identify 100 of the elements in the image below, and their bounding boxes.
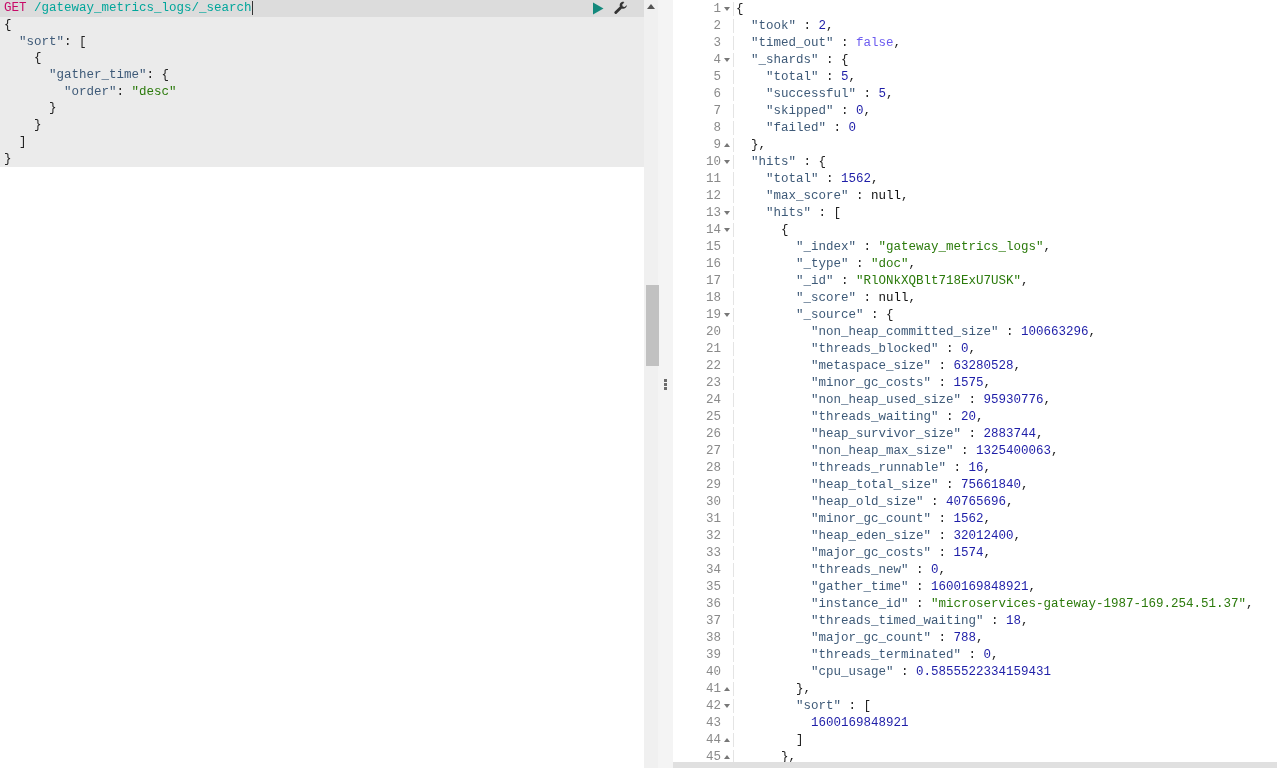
code-line: "threads_new" : 0, bbox=[733, 562, 947, 577]
line-number: 29 bbox=[706, 477, 721, 492]
fold-caret-icon[interactable] bbox=[724, 227, 730, 232]
fold-caret-icon[interactable] bbox=[724, 686, 730, 691]
code-line: "timed_out" : false, bbox=[733, 35, 902, 50]
code-line: "threads_waiting" : 20, bbox=[733, 409, 984, 424]
fold-caret-icon[interactable] bbox=[724, 57, 730, 62]
line-number: 15 bbox=[706, 239, 721, 254]
request-editor[interactable]: GET /gateway_metrics_logs/_search { "sort": [ { "gather_time": { "order": "desc" } } ] } bbox=[0, 0, 644, 167]
code-line: "major_gc_costs" : 1574, bbox=[733, 545, 992, 560]
fold-caret-icon[interactable] bbox=[724, 754, 730, 759]
code-line: "_score" : null, bbox=[733, 290, 917, 305]
line-number: 16 bbox=[706, 256, 721, 271]
code-line: "non_heap_max_size" : 1325400063, bbox=[733, 443, 1059, 458]
line-number: 10 bbox=[706, 154, 721, 169]
line-number: 17 bbox=[706, 273, 721, 288]
code-line: "non_heap_used_size" : 95930776, bbox=[733, 392, 1052, 407]
code-line: "_shards" : { bbox=[733, 52, 849, 67]
line-number: 42 bbox=[706, 698, 721, 713]
code-line: "successful" : 5, bbox=[733, 86, 894, 101]
line-number: 38 bbox=[706, 630, 721, 645]
fold-caret-icon[interactable] bbox=[724, 142, 730, 147]
line-number: 20 bbox=[706, 324, 721, 339]
code-line: "heap_total_size" : 75661840, bbox=[733, 477, 1029, 492]
scrollbar-thumb[interactable] bbox=[646, 285, 659, 366]
code-line: "minor_gc_count" : 1562, bbox=[733, 511, 992, 526]
code-line: { bbox=[733, 222, 789, 237]
line-number: 41 bbox=[706, 681, 721, 696]
line-number: 13 bbox=[706, 205, 721, 220]
line-number: 25 bbox=[706, 409, 721, 424]
line-number: 37 bbox=[706, 613, 721, 628]
scroll-up-icon[interactable] bbox=[647, 4, 655, 9]
fold-caret-icon[interactable] bbox=[724, 703, 730, 708]
fold-caret-icon[interactable] bbox=[724, 159, 730, 164]
code-line: GET /gateway_metrics_logs/_search bbox=[4, 1, 252, 16]
line-number: 35 bbox=[706, 579, 721, 594]
line-number: 33 bbox=[706, 545, 721, 560]
code-line: { bbox=[33, 51, 42, 66]
line-number: 8 bbox=[713, 120, 721, 135]
wrench-icon[interactable] bbox=[614, 1, 628, 16]
line-number: 9 bbox=[713, 137, 721, 152]
line-number: 18 bbox=[706, 290, 721, 305]
line-number: 43 bbox=[706, 715, 721, 730]
code-line: 1600169848921 bbox=[733, 715, 909, 730]
fold-caret-icon[interactable] bbox=[724, 210, 730, 215]
code-line: "threads_blocked" : 0, bbox=[733, 341, 977, 356]
fold-caret-icon[interactable] bbox=[724, 312, 730, 317]
code-line: "skipped" : 0, bbox=[733, 103, 872, 118]
code-line: "hits" : [ bbox=[733, 205, 842, 220]
code-line: "threads_terminated" : 0, bbox=[733, 647, 999, 662]
code-line: ] bbox=[18, 134, 27, 149]
code-line: "max_score" : null, bbox=[733, 188, 909, 203]
code-line: }, bbox=[733, 137, 766, 152]
code-line: "major_gc_count" : 788, bbox=[733, 630, 984, 645]
line-number: 1 bbox=[713, 1, 721, 16]
code-line: "heap_eden_size" : 32012400, bbox=[733, 528, 1022, 543]
fold-caret-icon[interactable] bbox=[724, 737, 730, 742]
code-line: "non_heap_committed_size" : 100663296, bbox=[733, 324, 1097, 339]
line-number: 27 bbox=[706, 443, 721, 458]
code-line: "failed" : 0 bbox=[733, 120, 857, 135]
grip-icon bbox=[664, 378, 667, 390]
code-line: "total" : 5, bbox=[733, 69, 857, 84]
line-number: 11 bbox=[706, 171, 721, 186]
line-number: 19 bbox=[706, 307, 721, 322]
line-number: 3 bbox=[713, 35, 721, 50]
code-line: } bbox=[33, 118, 42, 133]
line-number: 36 bbox=[706, 596, 721, 611]
code-line: "threads_timed_waiting" : 18, bbox=[733, 613, 1029, 628]
code-line: ] bbox=[733, 732, 804, 747]
fold-caret-icon[interactable] bbox=[724, 6, 730, 11]
resize-handle[interactable] bbox=[658, 0, 673, 768]
line-number: 40 bbox=[706, 664, 721, 679]
code-line: "hits" : { bbox=[733, 154, 827, 169]
line-number: 39 bbox=[706, 647, 721, 662]
line-number: 26 bbox=[706, 426, 721, 441]
code-line: "minor_gc_costs" : 1575, bbox=[733, 375, 992, 390]
line-number: 22 bbox=[706, 358, 721, 373]
code-line: "_source" : { bbox=[733, 307, 894, 322]
code-line: "heap_survivor_size" : 2883744, bbox=[733, 426, 1044, 441]
code-line: "threads_runnable" : 16, bbox=[733, 460, 992, 475]
line-number: 34 bbox=[706, 562, 721, 577]
code-line: "gather_time": { bbox=[48, 68, 170, 83]
code-line: "metaspace_size" : 63280528, bbox=[733, 358, 1022, 373]
line-number: 21 bbox=[706, 341, 721, 356]
code-line: "sort" : [ bbox=[733, 698, 872, 713]
code-line: "total" : 1562, bbox=[733, 171, 879, 186]
code-line: }, bbox=[733, 681, 811, 696]
line-number: 28 bbox=[706, 460, 721, 475]
code-line: "instance_id" : "microservices-gateway-1987-169.254.51.37", bbox=[733, 596, 1254, 611]
line-number: 31 bbox=[706, 511, 721, 526]
code-line: "sort": [ bbox=[18, 34, 87, 49]
code-line: "order": "desc" bbox=[63, 84, 177, 99]
line-number: 2 bbox=[713, 18, 721, 33]
line-number: 5 bbox=[713, 69, 721, 84]
play-icon[interactable] bbox=[592, 1, 604, 15]
line-number: 44 bbox=[706, 732, 721, 747]
code-line: "_id" : "RlONkXQBlt718ExU7USK", bbox=[733, 273, 1029, 288]
code-line: } bbox=[48, 101, 57, 116]
code-line: "_type" : "doc", bbox=[733, 256, 917, 271]
line-number: 6 bbox=[713, 86, 721, 101]
